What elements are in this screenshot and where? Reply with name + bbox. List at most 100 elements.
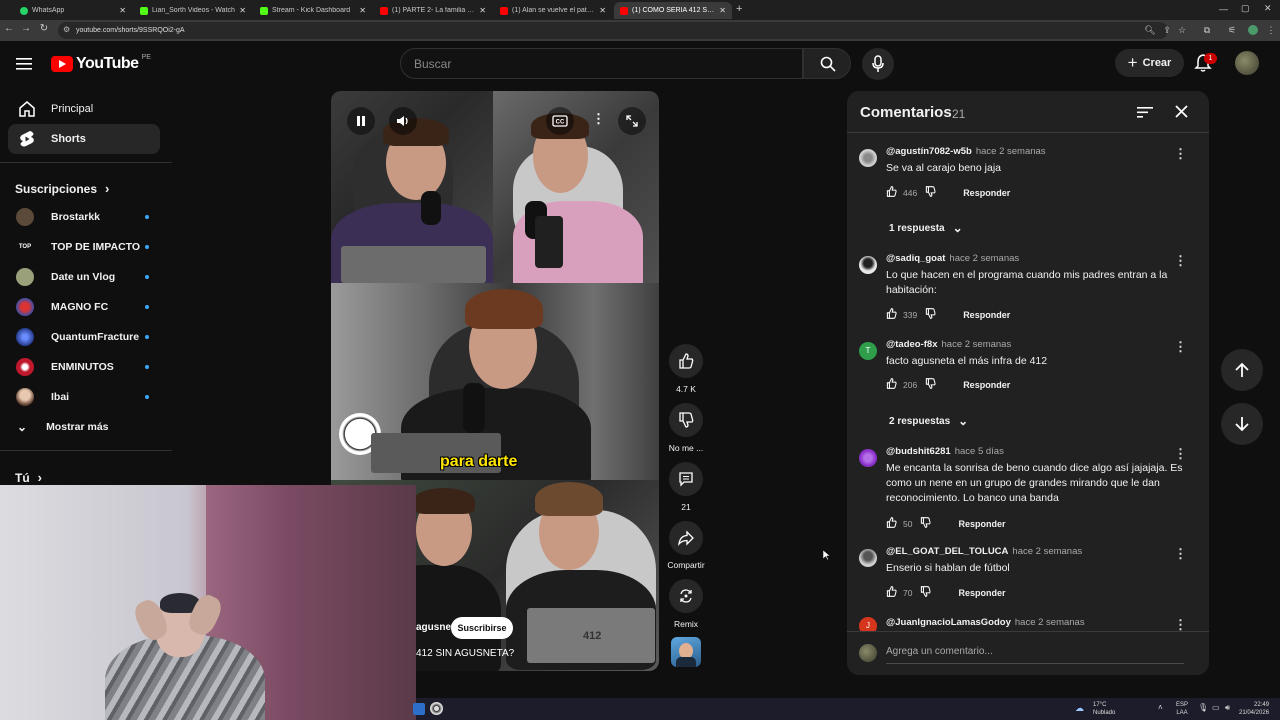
comment-menu-icon[interactable]: ⋮ xyxy=(1174,617,1187,631)
audio-source-thumbnail[interactable] xyxy=(671,637,701,667)
bookmark-star-icon[interactable]: ☆ xyxy=(1176,24,1188,36)
comment-menu-icon[interactable]: ⋮ xyxy=(1174,546,1187,562)
video-title[interactable]: 412 SIN AGUSNETA? xyxy=(416,648,514,659)
captions-button[interactable]: CC xyxy=(546,107,574,135)
search-button[interactable] xyxy=(803,48,851,79)
subscription-item-magno-fc[interactable]: MAGNO FC xyxy=(8,293,160,321)
reply-button[interactable]: Responder xyxy=(963,188,1010,198)
view-replies-button[interactable]: 1 respuesta ⌄ xyxy=(889,221,963,235)
comment-author[interactable]: @sadiq_goat hace 2 semanas xyxy=(886,253,1019,264)
browser-tab-kick-videos[interactable]: Lian_Sorth Videos - Watch ✕ xyxy=(134,2,252,19)
thumbs-up-icon[interactable] xyxy=(886,378,897,391)
commenter-avatar[interactable] xyxy=(859,256,877,274)
pause-button[interactable] xyxy=(347,107,375,135)
close-window-icon[interactable]: ✕ xyxy=(1264,3,1272,14)
close-tab-icon[interactable]: ✕ xyxy=(119,6,126,15)
share-page-icon[interactable]: ⇪ xyxy=(1161,24,1173,36)
remix-button[interactable] xyxy=(669,579,703,613)
close-tab-icon[interactable]: ✕ xyxy=(239,6,246,15)
browser-tab-whatsapp[interactable]: WhatsApp ✕ xyxy=(14,2,132,19)
clock[interactable]: 22:49 21/04/2026 xyxy=(1239,701,1269,717)
forward-icon[interactable]: → xyxy=(19,23,33,34)
youtube-logo[interactable]: YouTube PE xyxy=(51,54,151,73)
comment-author[interactable]: @agustín7082-w5b hace 2 semanas xyxy=(886,146,1046,157)
close-tab-icon[interactable]: ✕ xyxy=(719,6,726,15)
comments-button[interactable] xyxy=(669,462,703,496)
comment-menu-icon[interactable]: ⋮ xyxy=(1174,339,1187,355)
thumbs-up-icon[interactable] xyxy=(886,308,897,321)
reply-button[interactable]: Responder xyxy=(958,519,1005,529)
voice-search-button[interactable] xyxy=(862,48,894,80)
site-info-icon[interactable]: ⚙ xyxy=(63,25,70,34)
profile-icon[interactable] xyxy=(1248,25,1258,35)
next-short-button[interactable] xyxy=(1221,403,1263,445)
browser-tab-youtube-active[interactable]: (1) COMO SERÍA 412 SIN A ✕ xyxy=(614,2,732,19)
browser-tab-youtube-1[interactable]: (1) PARTE 2- La familia se o ✕ xyxy=(374,2,492,19)
hamburger-menu-icon[interactable] xyxy=(16,57,32,76)
close-tab-icon[interactable]: ✕ xyxy=(479,6,486,15)
like-button[interactable] xyxy=(669,344,703,378)
maximize-icon[interactable]: ▢ xyxy=(1241,3,1250,14)
chevron-up-icon[interactable]: ˄ xyxy=(1158,703,1163,712)
thumbs-down-icon[interactable] xyxy=(925,308,936,321)
address-bar[interactable]: ⚙ youtube.com/shorts/9SSRQOi2-gA xyxy=(58,22,1168,39)
dislike-button[interactable] xyxy=(669,403,703,437)
subscription-item-top-de-impacto[interactable]: TOP TOP DE IMPACTO xyxy=(8,233,160,261)
network-icon[interactable]: ▭ xyxy=(1212,703,1220,712)
minimize-icon[interactable]: — xyxy=(1219,4,1228,14)
sidebar-item-principal[interactable]: Principal xyxy=(8,94,160,124)
reply-button[interactable]: Responder xyxy=(958,588,1005,598)
comment-menu-icon[interactable]: ⋮ xyxy=(1174,146,1187,162)
back-icon[interactable]: ← xyxy=(2,23,16,34)
you-heading[interactable]: Tú › xyxy=(15,470,42,485)
share-button[interactable] xyxy=(669,521,703,555)
thumbs-up-icon[interactable] xyxy=(886,517,897,530)
customize-icon[interactable]: ⚟ xyxy=(1226,24,1238,36)
fullscreen-button[interactable] xyxy=(618,107,646,135)
close-tab-icon[interactable]: ✕ xyxy=(599,6,606,15)
subscription-item-quantumfracture[interactable]: QuantumFracture xyxy=(8,323,160,351)
volume-button[interactable] xyxy=(389,107,417,135)
subscribe-button[interactable]: Suscribirse xyxy=(451,617,513,639)
weather-widget[interactable]: 17°C Nublado xyxy=(1093,701,1115,717)
commenter-avatar[interactable] xyxy=(859,549,877,567)
speaker-icon[interactable]: 🔊︎ xyxy=(1225,703,1230,713)
subscriptions-heading[interactable]: Suscripciones › xyxy=(15,181,109,196)
sort-icon[interactable] xyxy=(1137,105,1153,119)
commenter-avatar[interactable]: T xyxy=(859,342,877,360)
reply-button[interactable]: Responder xyxy=(963,380,1010,390)
thumbs-down-icon[interactable] xyxy=(920,517,932,530)
subscription-item-ibai[interactable]: Ibai xyxy=(8,383,160,411)
language-indicator[interactable]: ESP LAA xyxy=(1176,701,1188,717)
new-tab-icon[interactable]: + xyxy=(736,3,742,15)
commenter-avatar[interactable]: J xyxy=(859,617,877,631)
thumbs-up-icon[interactable] xyxy=(886,186,897,199)
thumbs-down-icon[interactable] xyxy=(925,186,936,199)
thumbs-up-icon[interactable] xyxy=(886,586,897,599)
show-more-button[interactable]: ⌄ Mostrar más xyxy=(8,413,160,441)
subscription-item-enminutos[interactable]: ENMINUTOS xyxy=(8,353,160,381)
zoom-icon[interactable]: 🔍︎ xyxy=(1144,24,1156,36)
commenter-avatar[interactable] xyxy=(859,449,877,467)
browser-menu-icon[interactable]: ⋮ xyxy=(1265,24,1277,36)
comment-author[interactable]: @EL_GOAT_DEL_TOLUCA hace 2 semanas xyxy=(886,546,1082,557)
obs-icon[interactable] xyxy=(430,702,443,715)
comment-menu-icon[interactable]: ⋮ xyxy=(1174,253,1187,269)
previous-short-button[interactable] xyxy=(1221,349,1263,391)
mic-tray-icon[interactable]: 🎙︎ xyxy=(1198,703,1208,712)
reload-icon[interactable]: ↻ xyxy=(37,23,51,34)
sidebar-item-shorts[interactable]: Shorts xyxy=(8,124,160,154)
add-comment-input[interactable]: Agrega un comentario... xyxy=(886,646,1184,664)
close-icon[interactable] xyxy=(1175,105,1188,118)
browser-tab-youtube-2[interactable]: (1) Alan se vuelve el patron en ✕ xyxy=(494,2,612,19)
taskbar-app-icon[interactable] xyxy=(413,703,425,715)
subscription-item-date-un-vlog[interactable]: Date un Vlog xyxy=(8,263,160,291)
close-tab-icon[interactable]: ✕ xyxy=(359,6,366,15)
account-avatar[interactable] xyxy=(1235,51,1259,75)
comment-author[interactable]: @JuanIgnacioLamasGodoy hace 2 semanas xyxy=(886,617,1085,628)
browser-tab-kick-dashboard[interactable]: Stream - Kick Dashboard ✕ xyxy=(254,2,372,19)
comment-menu-icon[interactable]: ⋮ xyxy=(1174,446,1187,462)
comment-author[interactable]: @budshit6281 hace 5 días xyxy=(886,446,1004,457)
subscription-item-brostarkk[interactable]: Brostarkk xyxy=(8,203,160,231)
view-replies-button[interactable]: 2 respuestas ⌄ xyxy=(889,414,968,428)
